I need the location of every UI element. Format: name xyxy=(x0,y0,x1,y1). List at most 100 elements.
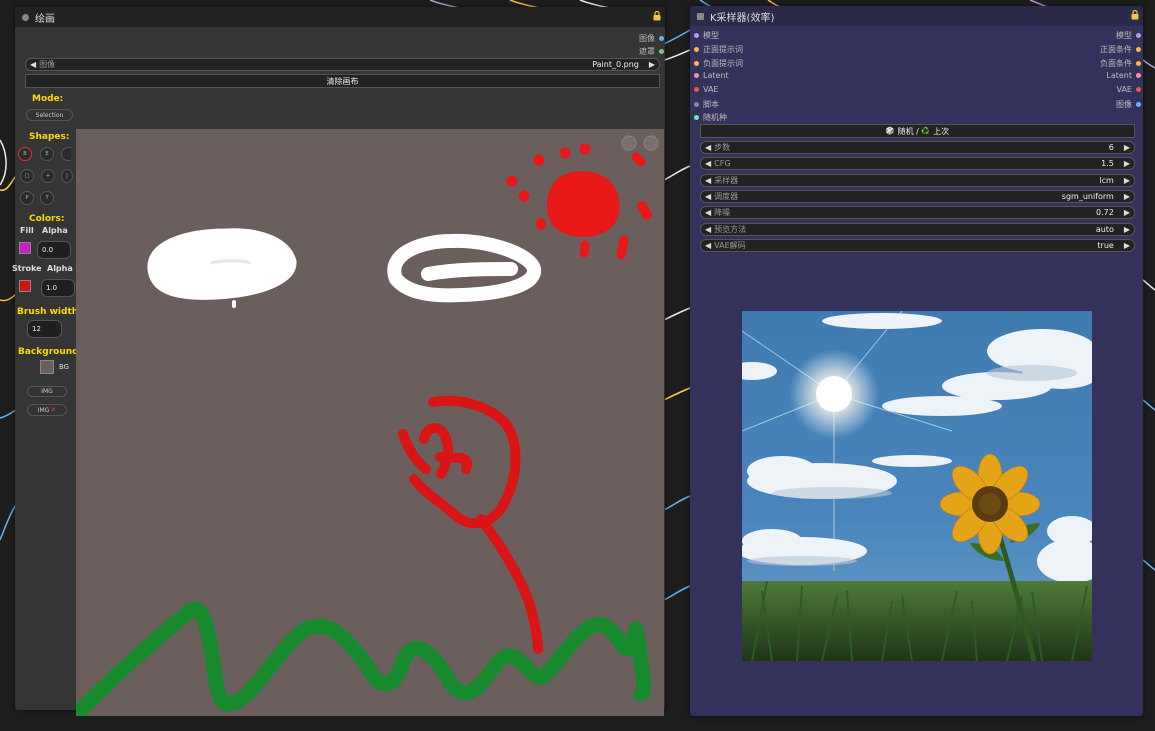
paint-node-header[interactable]: 绘画 xyxy=(15,7,665,27)
arrow-left-icon[interactable]: ◀ xyxy=(705,225,711,234)
stroke-alpha-label: Alpha xyxy=(47,264,73,273)
canvas-redo-icon[interactable] xyxy=(643,135,659,151)
arrow-right-icon[interactable]: ▶ xyxy=(1124,176,1130,185)
arrow-right-icon[interactable]: ▶ xyxy=(1124,192,1130,201)
input-dot-negative[interactable] xyxy=(694,61,699,66)
fill-alpha-label: Alpha xyxy=(42,226,68,235)
lock-icon[interactable] xyxy=(1131,10,1139,20)
input-dot-vae[interactable] xyxy=(694,87,699,92)
arrow-left-icon[interactable]: ◀ xyxy=(30,60,36,69)
input-slot-model[interactable]: 模型 xyxy=(694,30,719,41)
img-remove-button[interactable]: IMG ✕ xyxy=(27,404,67,416)
input-slot-negative[interactable]: 负面提示词 xyxy=(694,58,743,69)
steps-widget[interactable]: ◀ 步数 6 ▶ xyxy=(700,141,1135,154)
shape-brush-button[interactable]: B xyxy=(18,147,32,161)
ksampler-node-header[interactable]: K采样器(效率) xyxy=(690,6,1143,26)
output-dot-positive[interactable] xyxy=(1136,47,1141,52)
img-button[interactable]: IMG xyxy=(27,386,67,397)
input-dot-positive[interactable] xyxy=(694,47,699,52)
output-dot-model[interactable] xyxy=(1136,33,1141,38)
input-slot-positive[interactable]: 正面提示词 xyxy=(694,44,743,55)
collapse-dot-icon[interactable] xyxy=(697,12,704,20)
preview-image[interactable] xyxy=(742,311,1092,661)
arrow-right-icon[interactable]: ▶ xyxy=(1124,143,1130,152)
denoise-widget[interactable]: ◀ 降噪 0.72 ▶ xyxy=(700,206,1135,219)
shape-circle-button[interactable] xyxy=(61,147,71,161)
input-slot-vae[interactable]: VAE xyxy=(694,85,719,94)
lock-icon[interactable] xyxy=(653,11,661,21)
recycle-icon: ♻️ xyxy=(921,127,931,135)
vae-decode-widget[interactable]: ◀ VAE解码 true ▶ xyxy=(700,239,1135,252)
fill-label: Fill xyxy=(20,226,34,235)
brush-width-label: Brush width: xyxy=(17,307,82,317)
arrow-left-icon[interactable]: ◀ xyxy=(705,208,711,217)
arrow-left-icon[interactable]: ◀ xyxy=(705,176,711,185)
paint-node[interactable]: 绘画 图像 遮罩 ◀ 图像 Paint_0.png ▶ 清除画布 Mode: S… xyxy=(12,7,665,716)
output-dot-image[interactable] xyxy=(659,36,664,41)
clear-canvas-button[interactable]: 清除画布 xyxy=(25,74,660,88)
background-label: Background: xyxy=(18,347,83,357)
ksampler-node[interactable]: K采样器(效率) 模型 正面提示词 负面提示词 Latent VAE 脚本 随机… xyxy=(690,6,1143,716)
mode-selection-button[interactable]: Selection xyxy=(26,109,73,121)
canvas-undo-icon[interactable] xyxy=(621,135,637,151)
paint-node-title: 绘画 xyxy=(35,13,55,25)
preview-method-widget[interactable]: ◀ 预览方法 auto ▶ xyxy=(700,223,1135,236)
shape-rect-button[interactable]: □ xyxy=(20,169,34,183)
output-dot-mask[interactable] xyxy=(659,49,664,54)
input-dot-latent[interactable] xyxy=(694,73,699,78)
close-icon: ✕ xyxy=(50,406,57,414)
scheduler-widget[interactable]: ◀ 调度器 sgm_uniform ▶ xyxy=(700,190,1135,203)
stroke-label: Stroke xyxy=(12,264,42,273)
ksampler-node-title: K采样器(效率) xyxy=(710,12,775,24)
output-slot-image[interactable]: 图像 xyxy=(639,33,664,44)
arrow-right-icon[interactable]: ▶ xyxy=(1124,225,1130,234)
image-combo-widget[interactable]: ◀ 图像 Paint_0.png ▶ xyxy=(25,58,660,71)
output-dot-image[interactable] xyxy=(1136,102,1141,107)
arrow-left-icon[interactable]: ◀ xyxy=(705,143,711,152)
output-slot-negative[interactable]: 负面条件 xyxy=(1100,58,1141,69)
sampler-widget[interactable]: ◀ 采样器 lcm ▶ xyxy=(700,174,1135,187)
input-dot-script[interactable] xyxy=(694,102,699,107)
output-slot-model[interactable]: 模型 xyxy=(1116,30,1141,41)
arrow-right-icon[interactable]: ▶ xyxy=(1124,241,1130,250)
output-slot-vae[interactable]: VAE xyxy=(1117,85,1141,94)
shape-eraser-button[interactable]: E xyxy=(40,147,54,161)
cfg-widget[interactable]: ◀ CFG 1.5 ▶ xyxy=(700,157,1135,170)
arrow-left-icon[interactable]: ◀ xyxy=(705,241,711,250)
stroke-color-swatch[interactable] xyxy=(19,280,31,292)
mode-label: Mode: xyxy=(32,94,64,104)
input-dot-model[interactable] xyxy=(694,33,699,38)
colors-label: Colors: xyxy=(29,214,65,224)
fill-color-swatch[interactable] xyxy=(19,242,31,254)
output-slot-mask[interactable]: 遮罩 xyxy=(639,46,664,57)
output-slot-image[interactable]: 图像 xyxy=(1116,99,1141,110)
output-dot-negative[interactable] xyxy=(1136,61,1141,66)
arrow-right-icon[interactable]: ▶ xyxy=(1124,208,1130,217)
dice-icon: 🎲 xyxy=(885,127,895,135)
output-slot-positive[interactable]: 正面条件 xyxy=(1100,44,1141,55)
arrow-right-icon[interactable]: ▶ xyxy=(1124,159,1130,168)
input-slot-script[interactable]: 脚本 xyxy=(694,99,719,110)
shape-triangle-button[interactable]: + xyxy=(41,169,55,183)
arrow-left-icon[interactable]: ◀ xyxy=(705,159,711,168)
shapes-label: Shapes: xyxy=(29,132,70,142)
output-dot-latent[interactable] xyxy=(1136,73,1141,78)
shape-line-button[interactable]: | xyxy=(61,169,73,183)
bg-color-swatch[interactable] xyxy=(40,360,54,374)
paint-canvas[interactable] xyxy=(76,129,664,716)
input-slot-latent[interactable]: Latent xyxy=(694,71,729,80)
stroke-alpha-input[interactable]: 1.0 xyxy=(41,279,75,297)
bg-label: BG xyxy=(59,363,70,371)
input-dot-seed[interactable] xyxy=(694,115,699,120)
output-dot-vae[interactable] xyxy=(1136,87,1141,92)
output-slot-latent[interactable]: Latent xyxy=(1106,71,1141,80)
shape-pencil-button[interactable]: P xyxy=(20,191,34,205)
input-slot-seed[interactable]: 随机种 xyxy=(694,112,727,123)
arrow-right-icon[interactable]: ▶ xyxy=(649,60,655,69)
fill-alpha-input[interactable]: 0.0 xyxy=(37,241,71,259)
collapse-dot-icon[interactable] xyxy=(22,13,29,21)
brush-width-input[interactable]: 12 xyxy=(27,320,62,338)
seed-random-last-button[interactable]: 🎲 随机 / ♻️ 上次 xyxy=(700,124,1135,138)
arrow-left-icon[interactable]: ◀ xyxy=(705,192,711,201)
shape-text-button[interactable]: T xyxy=(40,191,54,205)
